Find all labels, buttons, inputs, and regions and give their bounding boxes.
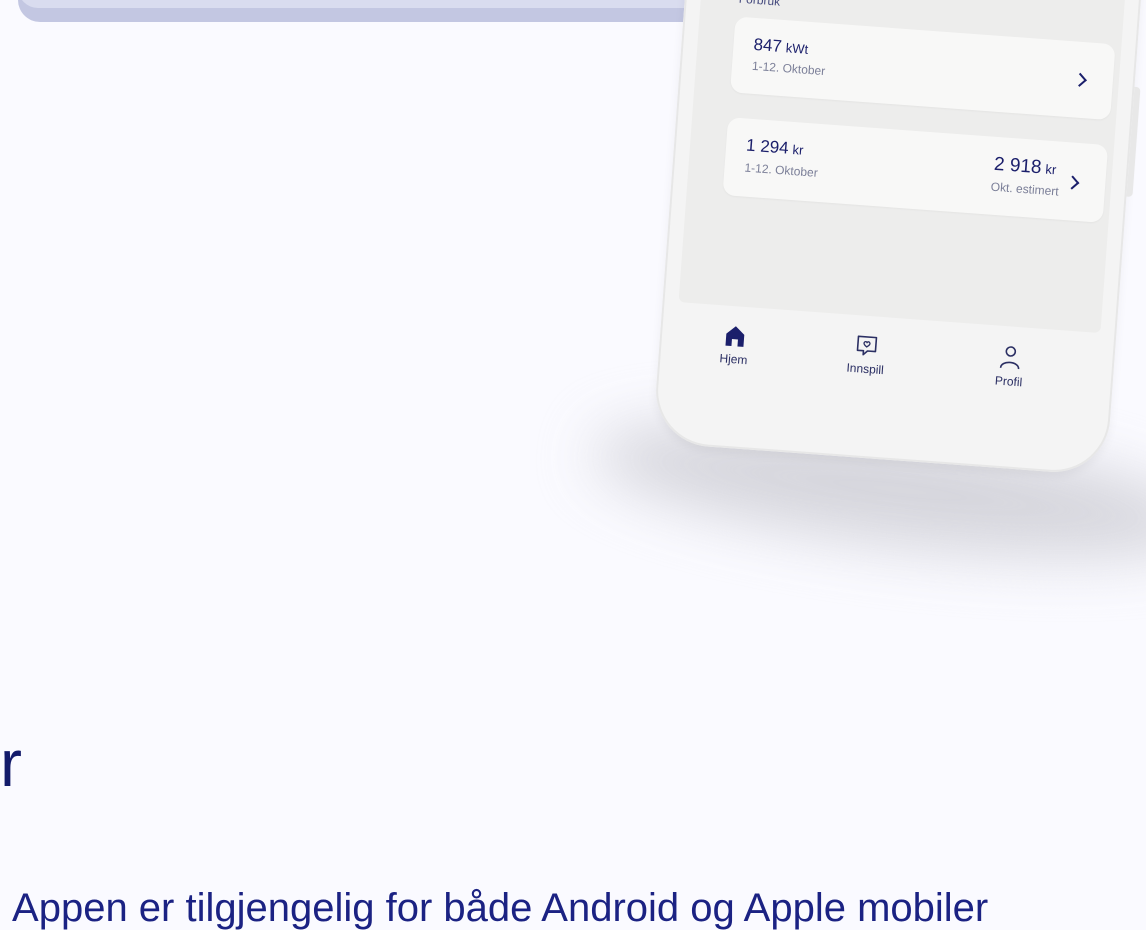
background-card [18,0,718,8]
section-label-forbruk: Forbruk [738,0,781,9]
user-icon [999,346,1020,370]
estimate-value: 2 918 kr [993,154,1057,181]
chevron-right-icon [1065,175,1080,190]
availability-text: . Appen er tilgjengelig for både Android… [0,886,989,930]
consumption-period: 1-12. Oktober [751,58,826,79]
consumption-value: 847 kWt [753,35,809,59]
consumption-card[interactable]: 847 kWt 1-12. Oktober [730,16,1116,121]
cost-card[interactable]: 1 294 kr 1-12. Oktober 2 918 kr Okt. estim… [722,117,1109,223]
page-heading-fragment: r [0,726,22,800]
cost-number: 1 294 [745,135,790,158]
estimate-unit: kr [1044,161,1057,178]
tab-label: Profil [994,373,1023,390]
estimate-number: 2 918 [993,153,1043,179]
estimate-label: Okt. estimert [990,179,1060,199]
cost-value: 1 294 kr [745,136,804,160]
consumption-number: 847 [752,34,783,56]
cost-period: 1-12. Oktober [744,160,819,180]
phone-mockup: Forbruk 847 kWt 1-12. Oktober 1 294 kr 1-1… [652,0,1146,476]
home-icon [725,326,745,347]
tab-label: Hjem [719,351,748,368]
cost-unit: kr [792,141,804,158]
consumption-unit: kWt [785,40,809,57]
tab-profil[interactable]: Profil [963,341,1056,391]
tab-innspill[interactable]: Innspill [820,331,913,379]
chevron-right-icon [1072,72,1087,87]
feedback-heart-icon [856,335,878,356]
tab-hjem[interactable]: Hjem [688,321,781,369]
phone-screen: Forbruk 847 kWt 1-12. Oktober 1 294 kr 1-1… [678,0,1137,334]
tab-label: Innspill [845,360,885,378]
